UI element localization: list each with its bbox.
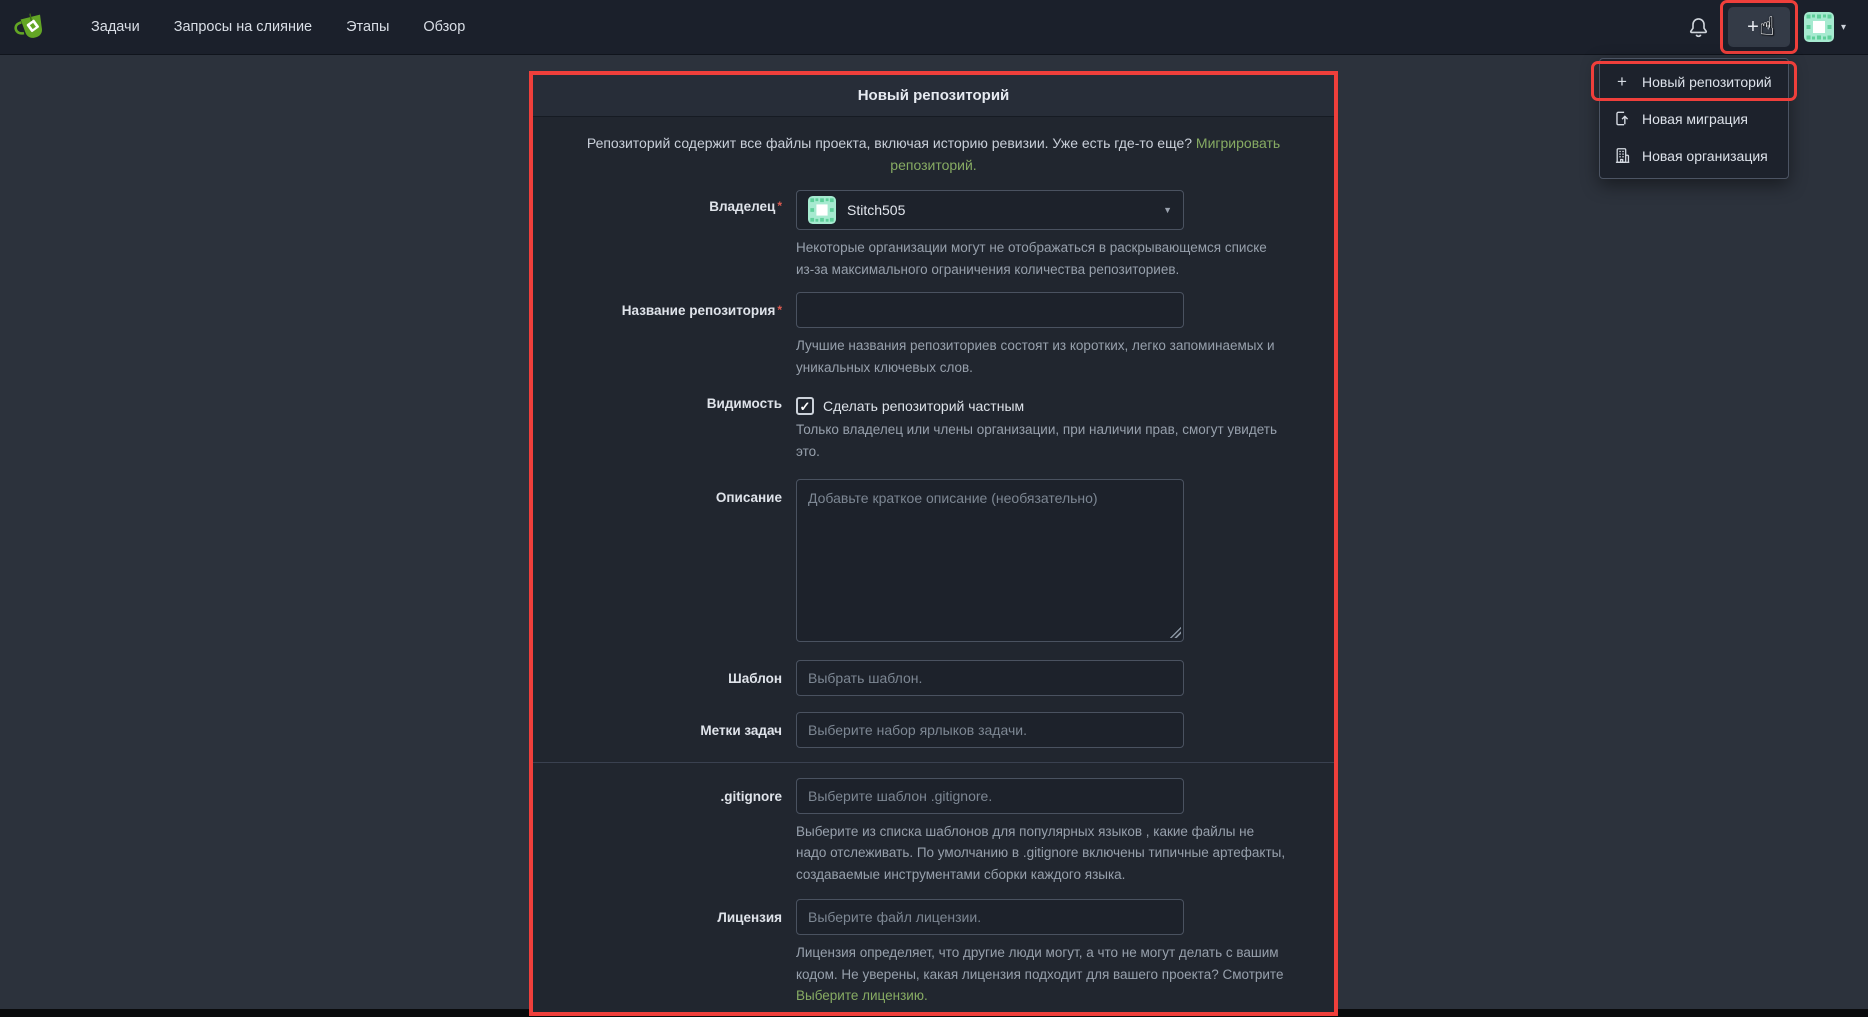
template-label: Шаблон (533, 660, 796, 696)
visibility-help-text: Только владелец или члены организации, п… (796, 419, 1288, 462)
description-textarea[interactable] (796, 479, 1184, 642)
owner-select[interactable]: Stitch505 ▼ (796, 190, 1184, 230)
bell-icon (1688, 17, 1709, 38)
gitea-cup-icon (14, 12, 50, 43)
gitea-logo[interactable] (14, 11, 52, 43)
form-header: Новый репозиторий (533, 75, 1334, 117)
intro-text: Репозиторий содержит все файлы проекта, … (587, 135, 1192, 151)
form-intro: Репозиторий содержит все файлы проекта, … (584, 133, 1284, 177)
repo-name-label: Название репозитория* (533, 292, 796, 378)
menu-item-new-organization[interactable]: Новая организация (1600, 137, 1788, 174)
repo-name-help-text: Лучшие названия репозиториев состоят из … (796, 335, 1288, 378)
page-title: Новый репозиторий (858, 87, 1010, 104)
organization-icon (1613, 147, 1631, 164)
plus-icon: + (1613, 72, 1631, 92)
new-repository-form: Новый репозиторий Репозиторий содержит в… (533, 75, 1334, 1012)
nav-item-pull-requests[interactable]: Запросы на слияние (157, 0, 329, 55)
issue-labels-input[interactable] (796, 712, 1184, 748)
menu-item-new-repository[interactable]: + Новый репозиторий (1600, 63, 1788, 100)
private-checkbox-label: Сделать репозиторий частным (823, 398, 1024, 414)
top-navbar: Задачи Запросы на слияние Этапы Обзор + … (0, 0, 1868, 55)
check-icon: ✓ (800, 400, 811, 413)
required-asterisk: * (777, 199, 782, 213)
repo-name-input[interactable] (796, 292, 1184, 328)
description-label: Описание (533, 479, 796, 642)
menu-item-label: Новый репозиторий (1642, 74, 1772, 90)
choose-license-link[interactable]: Выберите лицензию. (796, 988, 928, 1003)
gitignore-input[interactable] (796, 778, 1184, 814)
nav-item-explore[interactable]: Обзор (406, 0, 482, 55)
private-checkbox[interactable]: ✓ (796, 397, 814, 415)
chevron-down-icon: ▼ (1163, 205, 1172, 215)
license-input[interactable] (796, 899, 1184, 935)
chevron-down-icon: ▾ (1766, 22, 1771, 33)
gitignore-help-text: Выберите из списка шаблонов для популярн… (796, 821, 1288, 886)
license-label: Лицензия (533, 899, 796, 1007)
create-dropdown-menu: + Новый репозиторий Новая миграция Новая… (1599, 58, 1789, 179)
user-avatar (1804, 12, 1834, 42)
notifications-button[interactable] (1684, 12, 1714, 42)
required-asterisk: * (777, 303, 782, 317)
plus-icon: + (1747, 17, 1759, 37)
menu-item-label: Новая организация (1642, 148, 1768, 164)
chevron-down-icon: ▾ (1841, 22, 1846, 33)
issue-labels-label: Метки задач (533, 712, 796, 748)
template-input[interactable] (796, 660, 1184, 696)
create-new-button[interactable]: + ▾ (1728, 7, 1790, 47)
owner-selected-value: Stitch505 (847, 202, 905, 218)
menu-item-label: Новая миграция (1642, 111, 1748, 127)
migrate-icon (1613, 110, 1631, 127)
license-help-text: Лицензия определяет, что другие люди мог… (796, 942, 1288, 1007)
visibility-label: Видимость (533, 393, 796, 462)
owner-label: Владелец* (533, 190, 796, 280)
user-menu-button[interactable]: ▾ (1804, 12, 1846, 42)
nav-item-issues[interactable]: Задачи (74, 0, 157, 55)
gitignore-label: .gitignore (533, 778, 796, 886)
menu-item-new-migration[interactable]: Новая миграция (1600, 100, 1788, 137)
nav-item-milestones[interactable]: Этапы (329, 0, 406, 55)
owner-help-text: Некоторые организации могут не отображат… (796, 237, 1288, 280)
owner-avatar (808, 196, 836, 224)
section-divider (533, 762, 1334, 763)
